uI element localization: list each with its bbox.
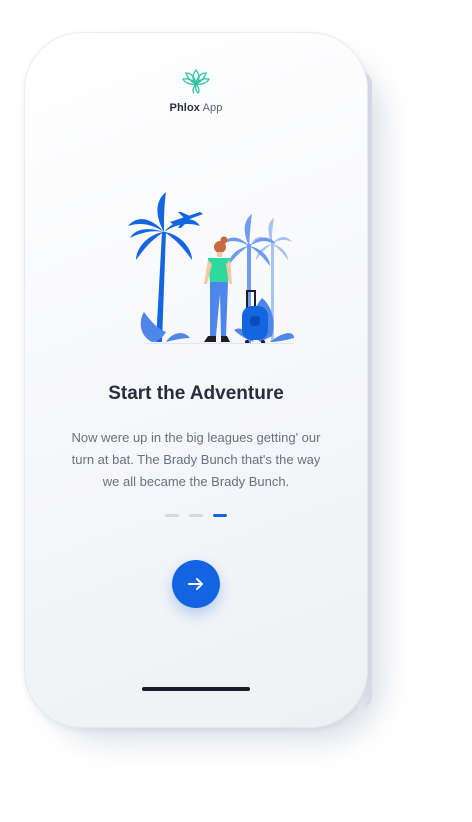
bush-left	[140, 312, 190, 342]
next-button[interactable]	[172, 560, 220, 608]
onboarding-title: Start the Adventure	[108, 383, 284, 404]
traveler-palm-trees-illustration	[104, 172, 294, 352]
traveler-woman	[204, 236, 232, 342]
page-indicator	[24, 514, 368, 517]
page-dot-2[interactable]	[189, 514, 203, 517]
home-indicator[interactable]	[142, 687, 250, 691]
palm-tree-front	[128, 192, 200, 342]
onboarding-description: Now were up in the big leagues getting' …	[71, 430, 321, 489]
suitcase-icon	[242, 290, 268, 344]
phone-screen: Phlox App Start the Adventure Now were u…	[24, 32, 368, 728]
stage: Phlox App Start the Adventure Now were u…	[0, 0, 472, 822]
app-brand: Phlox App	[24, 67, 368, 114]
page-dot-3-active[interactable]	[213, 514, 227, 517]
lotus-logo-icon	[181, 67, 211, 95]
app-name: Phlox App	[24, 102, 368, 114]
arrow-right-icon	[188, 577, 204, 591]
ground-line	[144, 343, 294, 344]
app-name-light: App	[202, 102, 223, 114]
page-dot-1[interactable]	[165, 514, 179, 517]
app-name-bold: Phlox	[169, 102, 200, 114]
